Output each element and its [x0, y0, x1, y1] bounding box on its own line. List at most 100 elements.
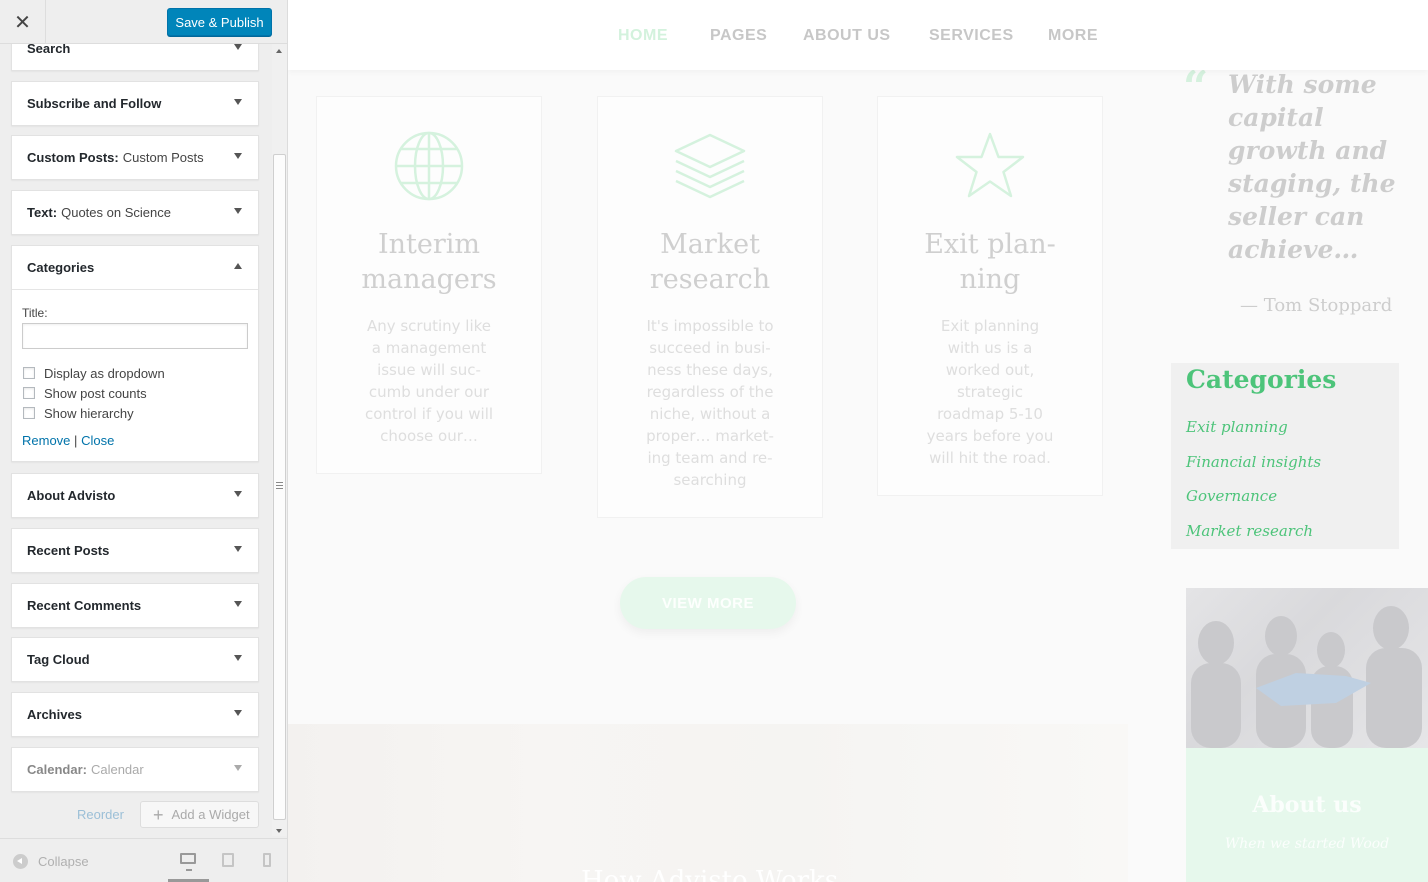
chevron-down-icon[interactable]	[234, 44, 242, 50]
layers-icon	[674, 133, 746, 199]
widget-subtitle: Quotes on Science	[61, 205, 171, 220]
chevron-down-icon[interactable]	[234, 655, 242, 661]
widget-text-quotes[interactable]: Text: Quotes on Science	[11, 190, 259, 235]
chevron-down-icon[interactable]	[234, 546, 242, 552]
collapse-icon[interactable]	[13, 854, 28, 869]
option-label: Show hierarchy	[44, 405, 134, 421]
categories-title: Categories	[1186, 365, 1337, 394]
nav-about-us[interactable]: ABOUT US	[803, 27, 891, 45]
widget-archives[interactable]: Archives	[11, 692, 259, 737]
checkbox[interactable]	[23, 367, 35, 379]
option-label: Display as dropdown	[44, 365, 165, 381]
service-text-line: Any scrutiny like	[366, 317, 492, 335]
service-text-line: worked out,	[945, 361, 1035, 379]
service-text-line: ness these days,	[647, 361, 773, 379]
widget-header[interactable]: Calendar: Calendar	[12, 748, 258, 791]
about-text: When we started Wood	[1224, 836, 1390, 852]
service-text-line: with us is a	[947, 339, 1033, 357]
nav-home[interactable]: HOME	[618, 27, 668, 45]
chevron-down-icon[interactable]	[234, 208, 242, 214]
chevron-down-icon[interactable]	[234, 765, 242, 771]
widget-recent-comments[interactable]: Recent Comments	[11, 583, 259, 628]
plus-icon: +	[153, 804, 164, 825]
checkbox[interactable]	[23, 387, 35, 399]
scroll-thumb[interactable]	[273, 154, 286, 820]
tablet-icon[interactable]	[222, 853, 234, 867]
add-widget-label: Add a Widget	[171, 807, 250, 822]
widget-header[interactable]: Recent Posts	[12, 529, 258, 572]
service-text-line: Exit planning	[940, 317, 1040, 335]
service-text-line: proper… market-	[646, 427, 774, 445]
widget-header[interactable]: Categories	[12, 246, 258, 289]
widget-recent-posts[interactable]: Recent Posts	[11, 528, 259, 573]
nav-pages[interactable]: PAGES	[710, 27, 767, 45]
option-show-hierarchy[interactable]: Show hierarchy	[22, 403, 248, 423]
widget-header[interactable]: Custom Posts: Custom Posts	[12, 136, 258, 179]
mobile-icon[interactable]	[263, 853, 271, 867]
add-widget-button[interactable]: + Add a Widget	[140, 801, 259, 828]
quote-text: With some capital growth and staging, th…	[1228, 68, 1398, 266]
nav-more[interactable]: MORE	[1048, 27, 1098, 45]
desktop-icon[interactable]	[180, 853, 196, 871]
remove-link[interactable]: Remove	[22, 433, 70, 448]
widget-search[interactable]: Search	[11, 44, 259, 71]
scroll-down-arrow-icon[interactable]	[276, 829, 282, 833]
close-icon: ✕	[14, 11, 31, 34]
widget-header[interactable]: Archives	[12, 693, 258, 736]
option-display-dropdown[interactable]: Display as dropdown	[22, 363, 248, 383]
sidebar-scrollbar[interactable]	[272, 44, 287, 836]
widget-custom-posts[interactable]: Custom Posts: Custom Posts	[11, 135, 259, 180]
option-show-post-counts[interactable]: Show post counts	[22, 383, 248, 403]
widget-categories[interactable]: Categories Title: Display as dropdown Sh…	[11, 245, 259, 462]
chevron-down-icon[interactable]	[234, 491, 242, 497]
category-link[interactable]: Financial insights	[1186, 445, 1399, 480]
chevron-down-icon[interactable]	[234, 153, 242, 159]
reorder-link[interactable]: Reorder	[77, 807, 124, 822]
service-text-line: regardless of the	[646, 383, 774, 401]
chevron-down-icon[interactable]	[234, 710, 242, 716]
widget-about-advisto[interactable]: About Advisto	[11, 473, 259, 518]
quote-line: capital	[1228, 103, 1324, 132]
widget-header[interactable]: Subscribe and Follow	[12, 82, 258, 125]
quote-line: seller can	[1228, 202, 1365, 231]
customizer-sidebar: Search Subscribe and Follow Custom Posts…	[0, 0, 288, 882]
widget-header[interactable]: About Advisto	[12, 474, 258, 517]
nav-services[interactable]: SERVICES	[929, 27, 1014, 45]
category-link[interactable]: Market research	[1186, 514, 1399, 549]
quote-line: achieve…	[1228, 235, 1359, 264]
view-more-button[interactable]: VIEW MORE	[620, 577, 796, 629]
widget-calendar[interactable]: Calendar: Calendar	[11, 747, 259, 792]
widget-title: Custom Posts:	[27, 150, 119, 165]
widget-title: Recent Comments	[27, 598, 142, 613]
widget-header[interactable]: Search	[12, 44, 258, 70]
service-title-line: Interim	[377, 229, 481, 260]
widget-title: Tag Cloud	[27, 652, 90, 667]
category-link[interactable]: Exit planning	[1186, 410, 1399, 445]
chevron-down-icon[interactable]	[234, 601, 242, 607]
widget-subscribe-and-follow[interactable]: Subscribe and Follow	[11, 81, 259, 126]
widget-title: Subscribe and Follow	[27, 96, 162, 111]
customizer-header: ✕ Save & Publish	[0, 0, 287, 44]
title-input[interactable]	[22, 323, 248, 349]
scroll-up-arrow-icon[interactable]	[276, 49, 282, 53]
widget-header[interactable]: Text: Quotes on Science	[12, 191, 258, 234]
widget-header[interactable]: Tag Cloud	[12, 638, 258, 681]
widget-tag-cloud[interactable]: Tag Cloud	[11, 637, 259, 682]
close-button[interactable]: ✕	[0, 0, 46, 44]
service-text-line: It's impossible to	[646, 317, 774, 335]
star-icon	[955, 132, 1025, 198]
collapse-label[interactable]: Collapse	[38, 854, 89, 869]
widget-subtitle: Calendar	[90, 762, 144, 777]
widget-title: Text:	[27, 205, 58, 220]
save-and-publish-button[interactable]: Save & Publish	[167, 8, 272, 36]
chevron-down-icon[interactable]	[234, 99, 242, 105]
service-text-line: issue will suc-	[377, 361, 481, 379]
widget-subtitle: Custom Posts	[122, 150, 204, 165]
chevron-up-icon[interactable]	[234, 263, 242, 269]
categories-widget: Categories Exit planning Financial insig…	[1171, 363, 1399, 549]
widget-header[interactable]: Recent Comments	[12, 584, 258, 627]
category-link[interactable]: Governance	[1186, 479, 1399, 514]
checkbox[interactable]	[23, 407, 35, 419]
close-link[interactable]: Close	[81, 433, 114, 448]
customizer-footer: Collapse	[0, 838, 287, 882]
